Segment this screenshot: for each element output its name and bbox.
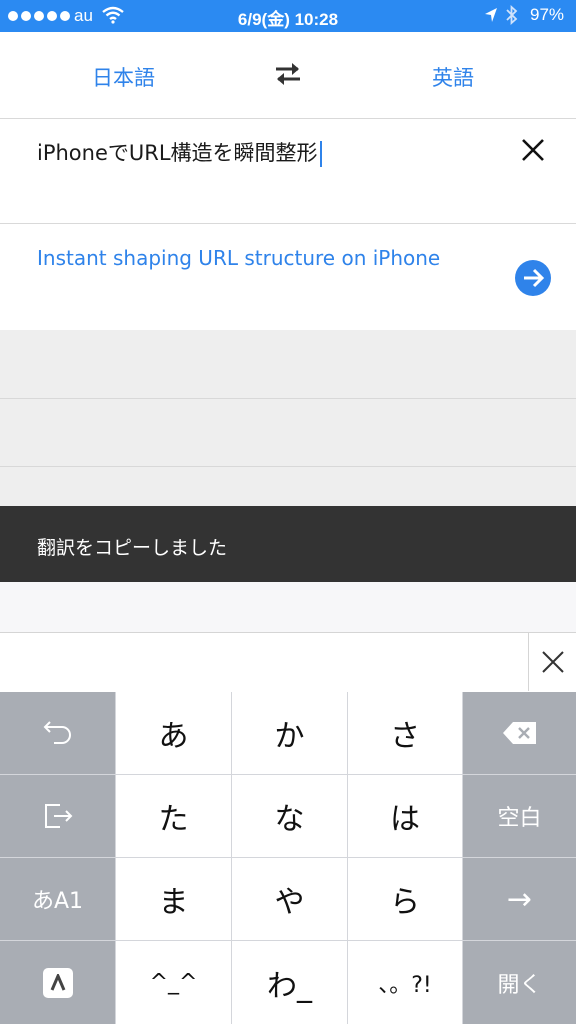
delete-key[interactable] — [463, 692, 576, 774]
key-na[interactable]: な — [232, 775, 347, 857]
open-key[interactable]: 開く — [463, 941, 576, 1024]
translation-text[interactable]: Instant shaping URL structure on iPhone — [37, 246, 440, 270]
key-ka[interactable]: か — [232, 692, 347, 774]
source-language-button[interactable]: 日本語 — [92, 62, 155, 92]
history-row[interactable] — [0, 467, 576, 506]
swap-arrows-icon[interactable] — [270, 60, 306, 88]
space-key[interactable]: 空白 — [463, 775, 576, 857]
candidate-close-button[interactable] — [528, 633, 576, 691]
status-bar: au 6/9(金) 10:28 97% — [0, 0, 576, 32]
key-ta[interactable]: た — [116, 775, 231, 857]
input-field[interactable]: iPhoneでURL構造を瞬間整形 — [37, 137, 322, 167]
key-ha[interactable]: は — [348, 775, 462, 857]
key-emoticon[interactable]: ^_^ — [116, 941, 231, 1024]
input-text: iPhoneでURL構造を瞬間整形 — [37, 141, 318, 165]
input-area[interactable]: iPhoneでURL構造を瞬間整形 — [0, 119, 576, 224]
key-ya[interactable]: や — [232, 858, 347, 940]
history-row[interactable] — [0, 330, 576, 399]
copied-toast: 翻訳をコピーしました — [0, 506, 576, 582]
toast-message: 翻訳をコピーしました — [37, 537, 228, 559]
target-language-button[interactable]: 英語 — [432, 62, 474, 92]
input-mode-key[interactable]: あA1 — [0, 858, 115, 940]
location-arrow-icon — [485, 8, 497, 22]
bluetooth-icon — [506, 5, 518, 25]
close-icon[interactable] — [529, 633, 576, 691]
close-icon[interactable] — [520, 137, 546, 163]
candidate-bar — [0, 633, 576, 691]
arrow-right-circle-icon[interactable] — [515, 260, 551, 296]
history-row[interactable] — [0, 399, 576, 467]
undo-icon — [43, 721, 71, 744]
delete-icon — [502, 722, 536, 744]
app-icon — [42, 967, 73, 998]
key-ra[interactable]: ら — [348, 858, 462, 940]
language-bar: 日本語 英語 — [0, 32, 576, 119]
key-punctuation[interactable]: 、。?! — [348, 941, 462, 1024]
key-ma[interactable]: ま — [116, 858, 231, 940]
translation-result[interactable]: Instant shaping URL structure on iPhone — [0, 224, 576, 330]
next-field-key[interactable] — [0, 775, 115, 857]
cursor-right-key[interactable]: → — [463, 858, 576, 940]
app-key[interactable] — [0, 941, 115, 1024]
next-field-icon — [44, 804, 72, 828]
spacer-panel — [0, 582, 576, 633]
undo-key[interactable] — [0, 692, 115, 774]
key-sa[interactable]: さ — [348, 692, 462, 774]
battery-percent: 97% — [530, 5, 565, 24]
keyboard: あ か さ た な は 空白 あA1 ま や ら → ^_^ わ_ 、。?! 開… — [0, 692, 576, 1024]
text-caret — [319, 141, 322, 167]
key-a[interactable]: あ — [116, 692, 231, 774]
key-wa[interactable]: わ_ — [232, 941, 347, 1024]
